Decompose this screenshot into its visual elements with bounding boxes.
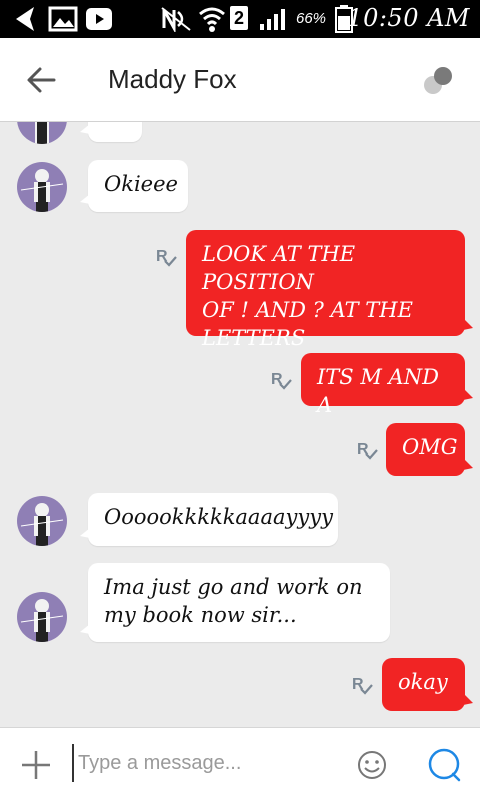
message-text: Oooookkkkkaaaayyyy xyxy=(104,505,333,529)
message-text-line: LETTERS xyxy=(202,326,306,350)
message-bubble-incoming[interactable]: Okieee xyxy=(80,160,188,212)
battery-percent: 66% xyxy=(296,10,327,27)
message-input[interactable] xyxy=(72,744,340,782)
back-arrow-icon xyxy=(16,7,34,31)
chat-header: Maddy Fox xyxy=(0,38,480,122)
chat-options-icon[interactable] xyxy=(422,65,454,97)
emoji-button[interactable] xyxy=(356,749,388,781)
message-text: ITS M AND A xyxy=(317,365,439,417)
sim-slot-badge: 2 xyxy=(230,6,248,30)
gallery-icon xyxy=(48,6,78,32)
contact-avatar[interactable] xyxy=(17,162,67,212)
youtube-icon xyxy=(86,8,112,30)
message-text-line: OF ! AND ? AT THE xyxy=(202,298,413,322)
nfc-muted-icon xyxy=(161,7,191,32)
read-receipt-icon: R xyxy=(156,248,177,267)
message-text: OMG xyxy=(402,435,458,459)
contact-avatar[interactable] xyxy=(17,592,67,642)
message-text: ... xyxy=(104,122,124,126)
message-composer xyxy=(0,727,480,800)
message-text: okay xyxy=(398,670,448,694)
message-bubble-outgoing[interactable]: okay xyxy=(382,658,473,711)
message-list[interactable]: ... Okieee R LOOK AT THE POSITION OF ! A… xyxy=(0,122,480,726)
send-button[interactable] xyxy=(426,747,462,783)
wifi-icon xyxy=(199,7,225,32)
back-arrow-button[interactable] xyxy=(26,66,56,94)
message-text-line: Ima just go and work on xyxy=(104,575,363,599)
clock: 10:50 AM xyxy=(347,4,470,32)
read-receipt-icon: R xyxy=(357,441,378,460)
contact-avatar[interactable] xyxy=(17,122,67,144)
message-bubble-incoming[interactable]: ... xyxy=(80,122,142,142)
message-bubble-incoming[interactable]: Ima just go and work on my book now sir.… xyxy=(80,563,390,642)
message-bubble-outgoing[interactable]: ITS M AND A xyxy=(301,353,473,417)
add-attachment-button[interactable] xyxy=(20,749,52,781)
message-text-line: LOOK AT THE POSITION xyxy=(202,242,356,294)
message-bubble-outgoing[interactable]: OMG xyxy=(386,423,473,476)
status-bar: 2 66% 10:50 AM xyxy=(0,0,480,38)
message-bubble-incoming[interactable]: Oooookkkkkaaaayyyy xyxy=(80,493,338,546)
message-text: Okieee xyxy=(104,172,178,196)
message-bubble-outgoing[interactable]: LOOK AT THE POSITION OF ! AND ? AT THE L… xyxy=(186,230,473,350)
contact-avatar[interactable] xyxy=(17,496,67,546)
read-receipt-icon: R xyxy=(271,371,292,390)
message-text-line: my book now sir... xyxy=(104,603,297,627)
signal-icon xyxy=(260,9,285,30)
read-receipt-icon: R xyxy=(352,676,373,695)
contact-name[interactable]: Maddy Fox xyxy=(108,64,237,95)
